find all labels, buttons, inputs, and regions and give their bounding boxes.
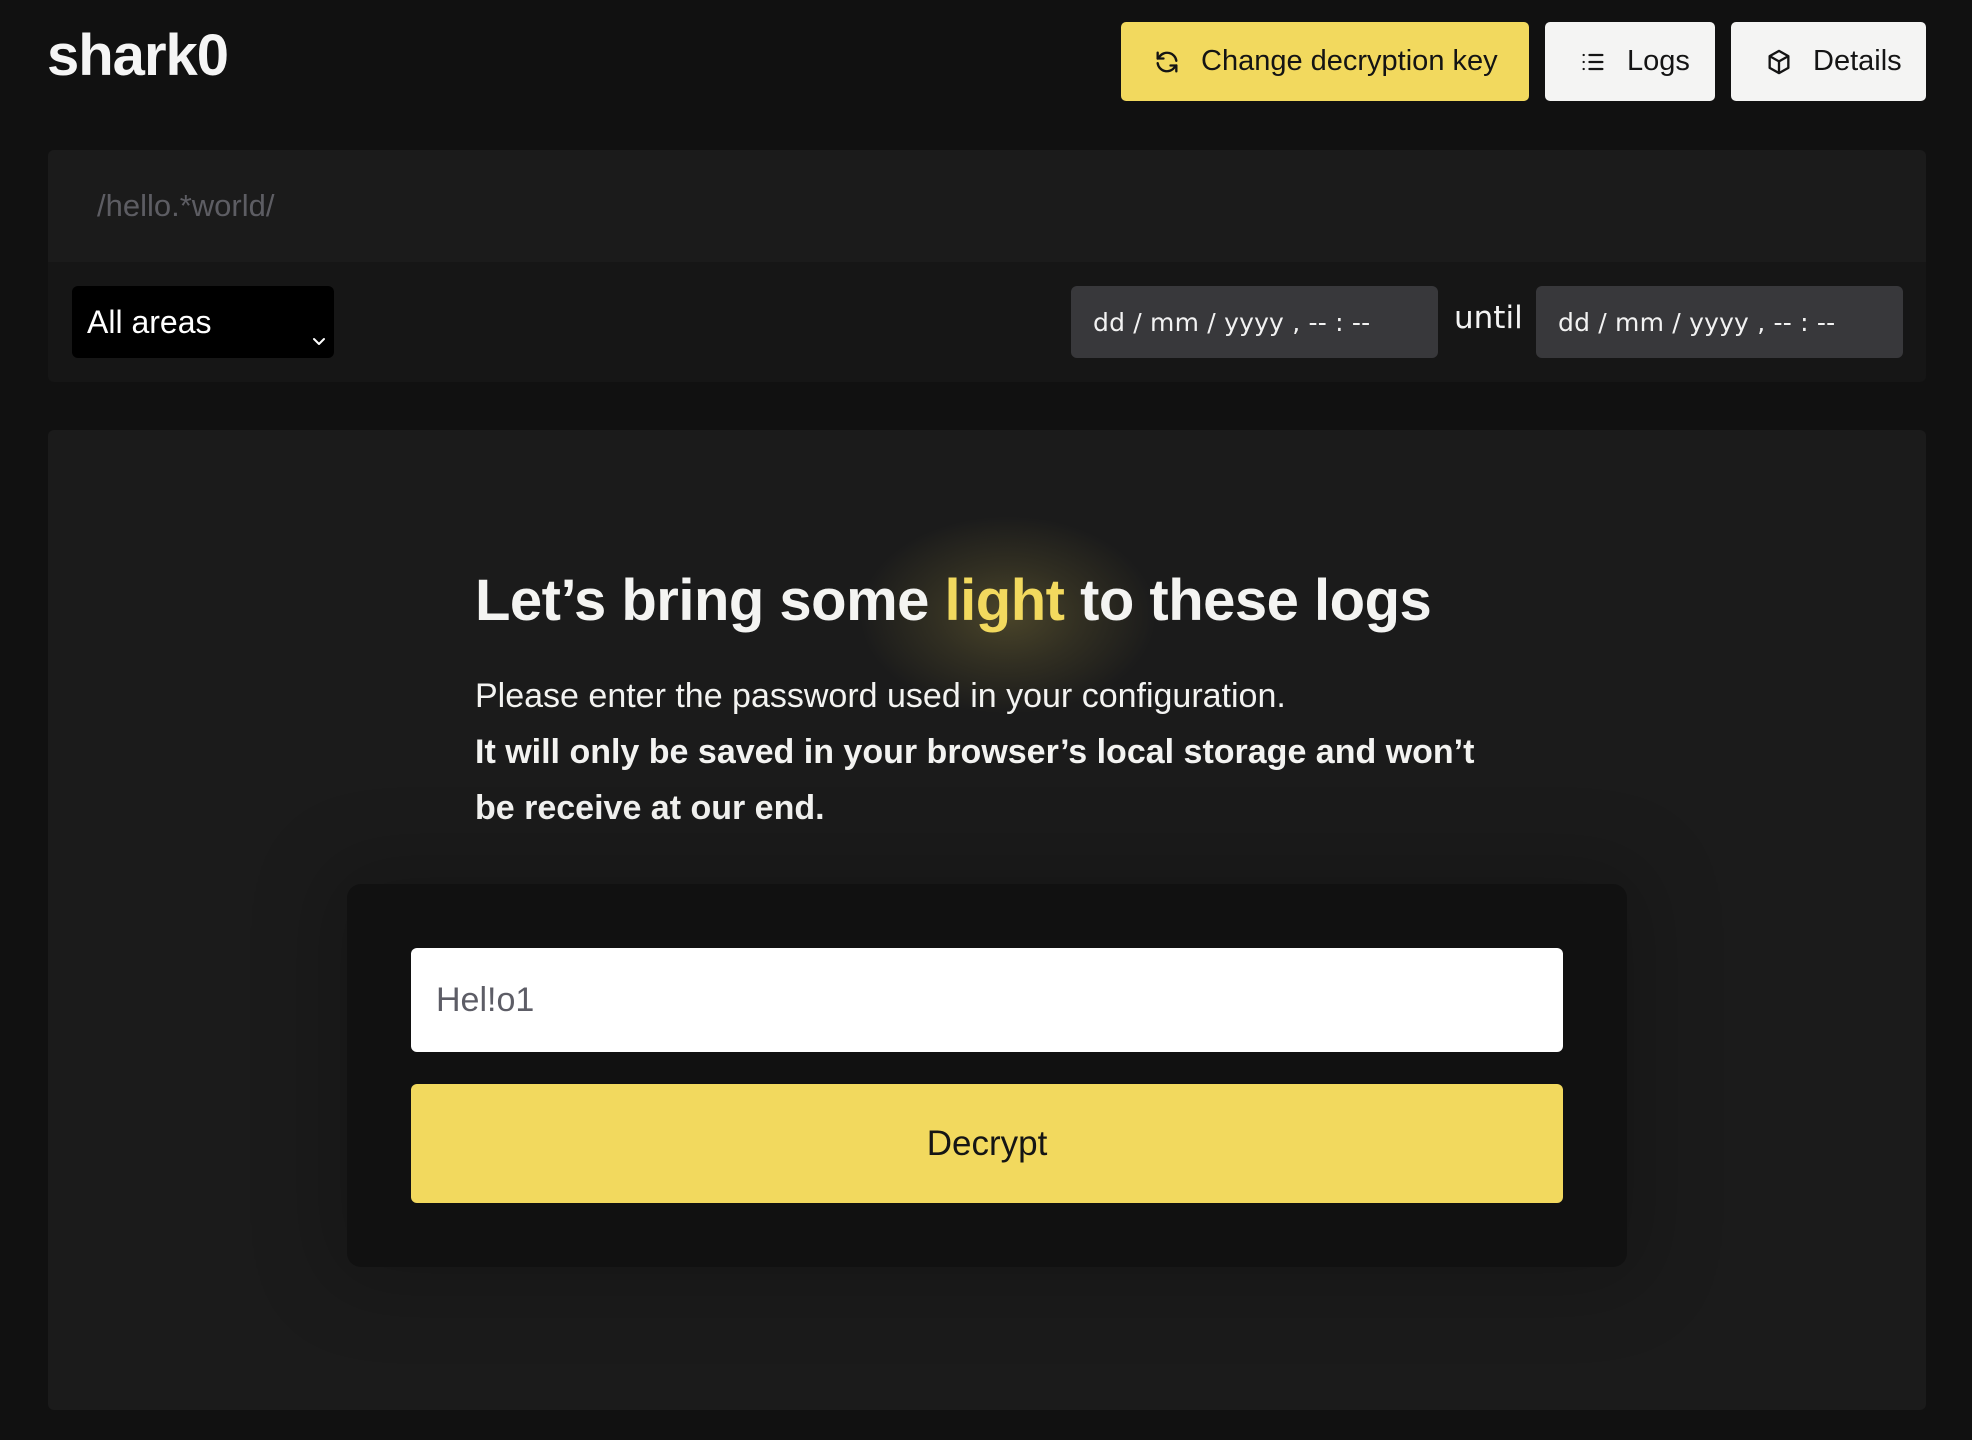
date-from-placeholder: dd / mm / yyyy , -- : -- [1093,307,1371,337]
details-label: Details [1813,45,1902,77]
app-logo: shark0 [47,23,229,88]
chevron-down-icon [312,317,326,345]
area-select[interactable]: All areas [72,286,334,358]
change-decryption-key-label: Change decryption key [1201,45,1498,77]
logs-button[interactable]: Logs [1545,22,1715,101]
until-label: until [1454,300,1523,336]
details-button[interactable]: Details [1731,22,1926,101]
decrypt-button[interactable]: Decrypt [411,1084,1563,1203]
change-decryption-key-button[interactable]: Change decryption key [1121,22,1529,101]
list-icon [1579,48,1607,76]
page: shark0 Change decryption key Logs Detail… [0,0,1972,1440]
decrypt-form: Decrypt [347,884,1627,1267]
filter-panel: All areas dd / mm / yyyy , -- : -- until… [48,150,1926,382]
title-start: Let’s bring some [475,568,945,633]
logs-label: Logs [1627,45,1690,77]
search-row [48,150,1926,262]
page-title: Let’s bring some light to these logs [475,566,1432,636]
cube-icon [1765,48,1793,76]
privacy-notice: It will only be saved in your browser’s … [475,733,1475,827]
date-from-input[interactable]: dd / mm / yyyy , -- : -- [1071,286,1438,358]
date-to-placeholder: dd / mm / yyyy , -- : -- [1558,307,1836,337]
instructions: Please enter the password used in your c… [475,668,1515,836]
header-actions: Change decryption key Logs Details [1121,22,1926,101]
date-to-input[interactable]: dd / mm / yyyy , -- : -- [1536,286,1903,358]
password-input[interactable] [411,948,1563,1052]
search-input[interactable] [97,150,1926,262]
refresh-icon [1153,48,1181,76]
title-accent: light [944,568,1065,633]
area-select-value: All areas [87,303,212,340]
filter-controls: All areas dd / mm / yyyy , -- : -- until… [48,262,1926,382]
instructions-text: Please enter the password used in your c… [475,677,1286,715]
title-end: to these logs [1064,568,1432,633]
